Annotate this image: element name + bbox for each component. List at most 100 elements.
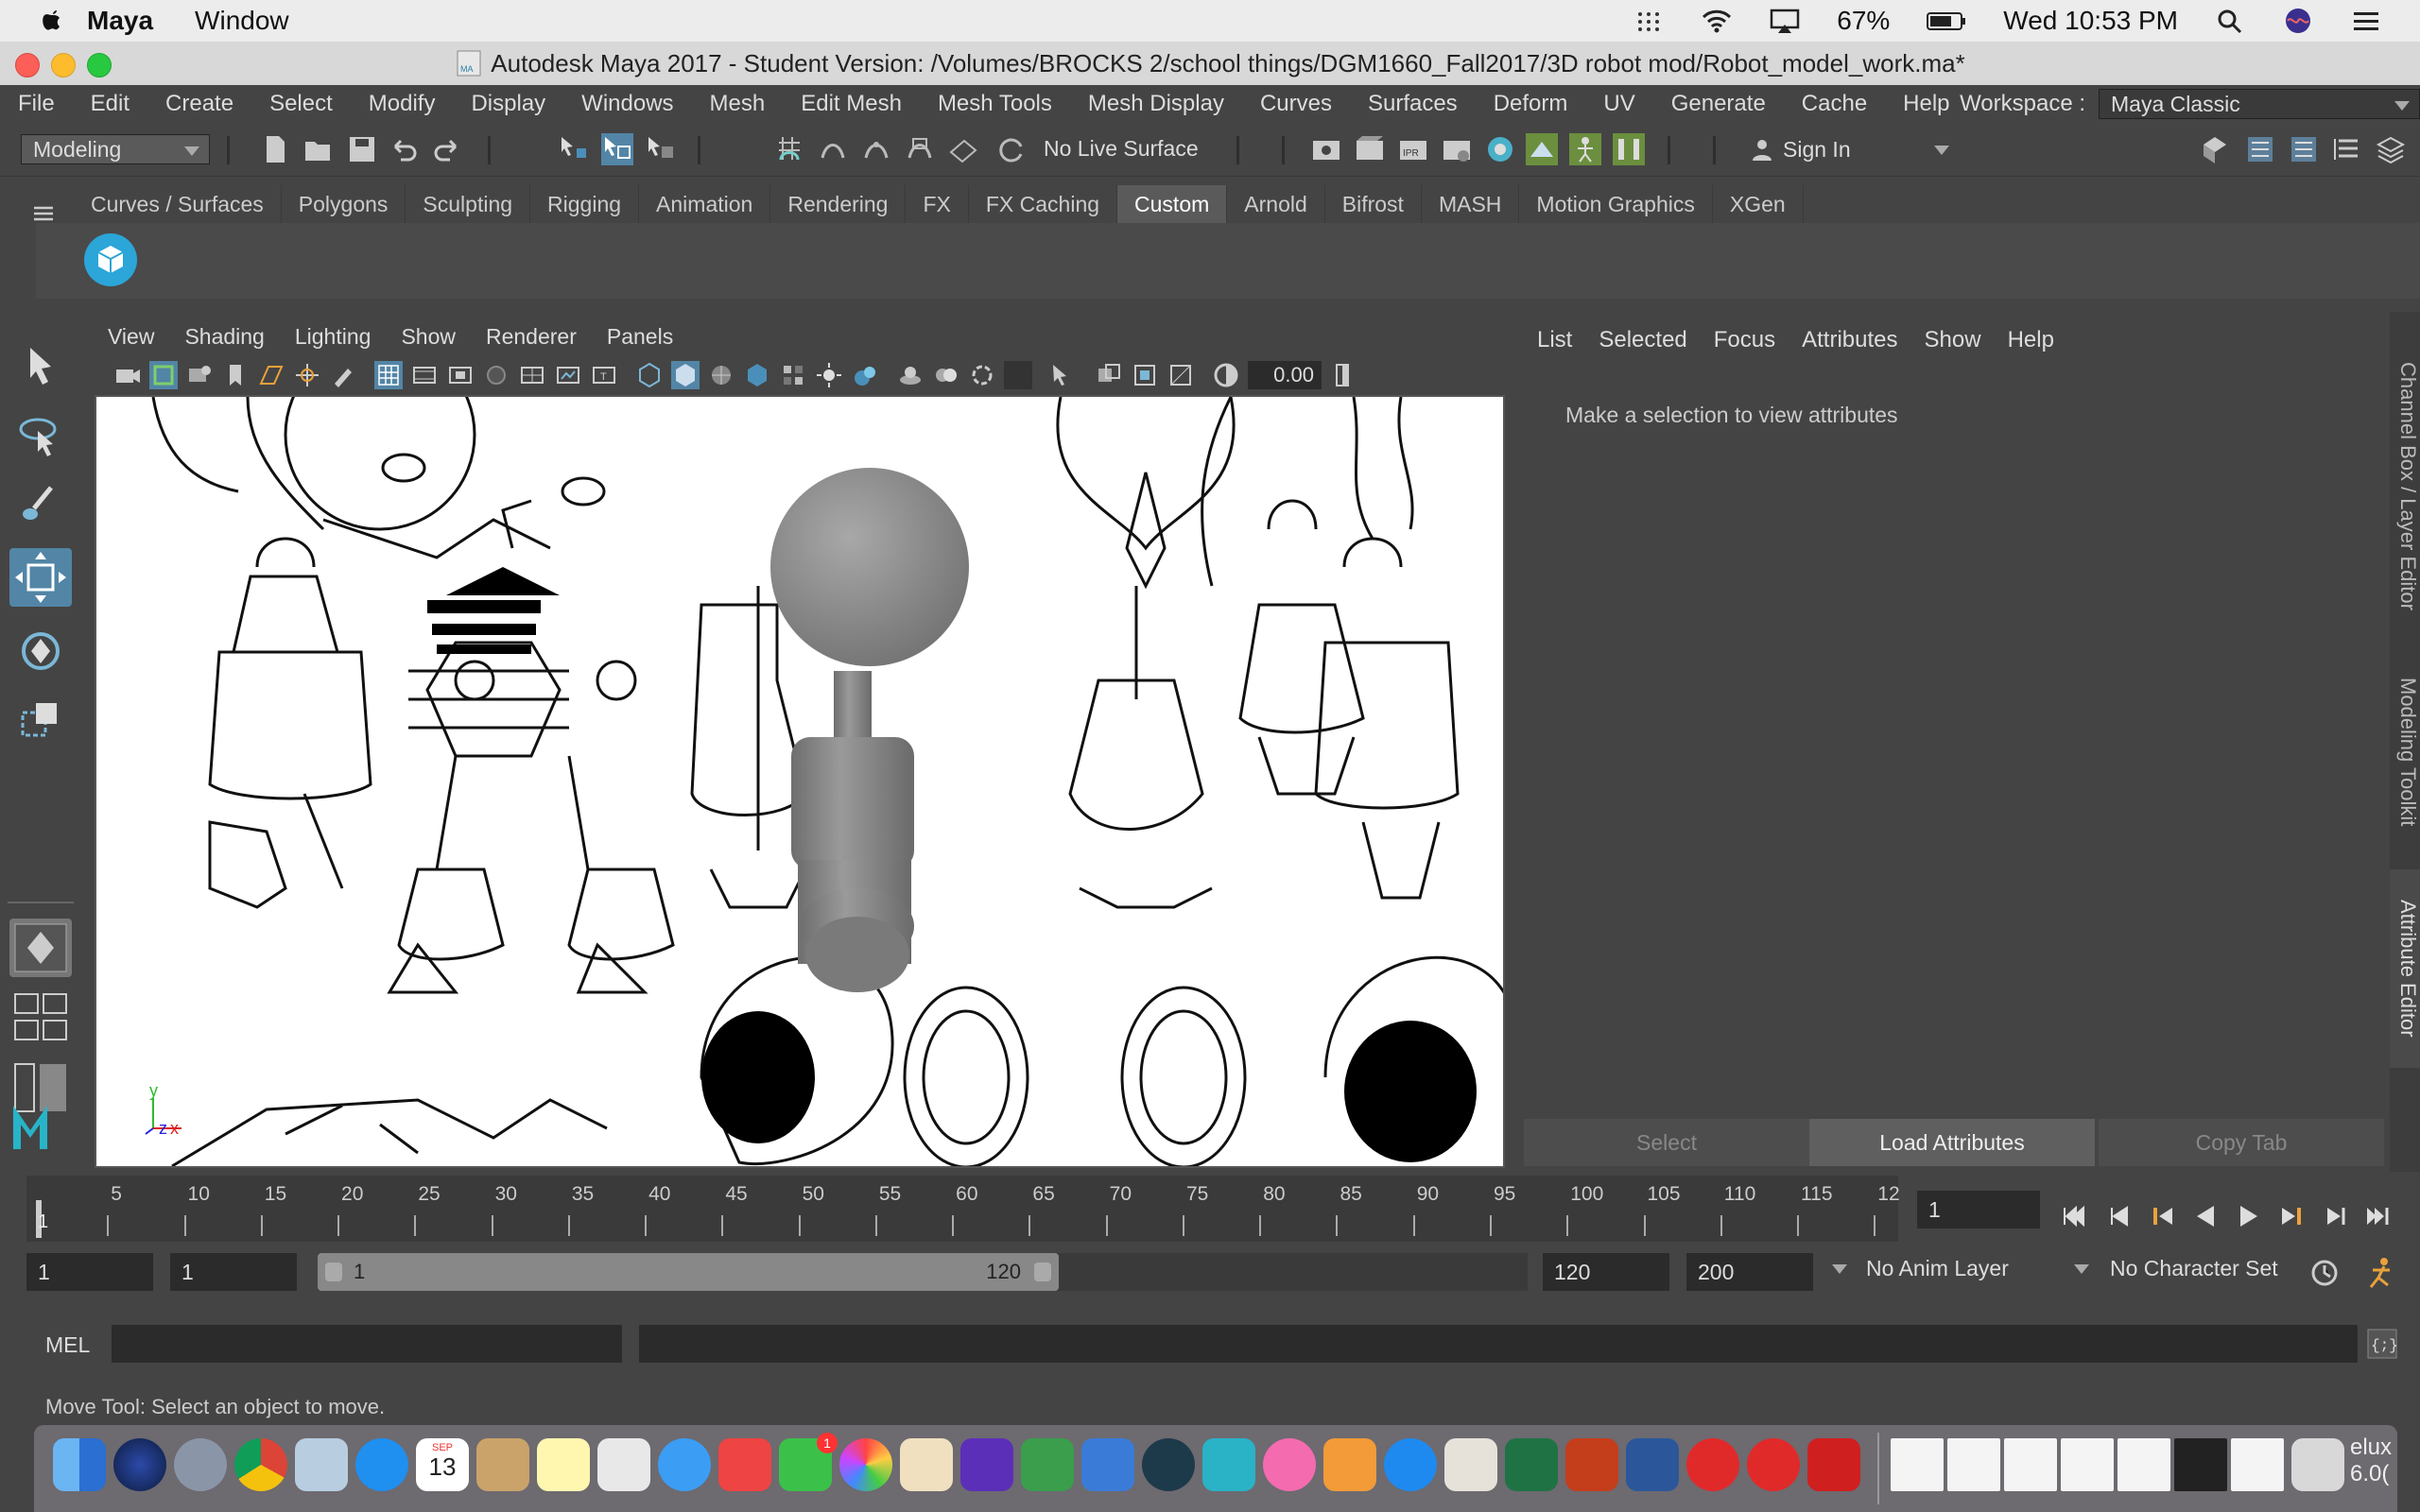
rotate-tool-icon[interactable] <box>9 622 72 680</box>
menu-mesh-display[interactable]: Mesh Display <box>1070 91 1242 117</box>
xray-joints-icon[interactable] <box>1095 361 1123 389</box>
shelf-tab-mash[interactable]: MASH <box>1422 185 1520 223</box>
safe-title-icon[interactable]: T <box>590 361 618 389</box>
modeling-toolkit-icon[interactable] <box>1526 133 1558 165</box>
shadows-icon[interactable] <box>815 361 843 389</box>
play-forwards-icon[interactable] <box>2235 1202 2263 1230</box>
apple-icon[interactable] <box>38 7 66 35</box>
shelf-tab-fx-caching[interactable]: FX Caching <box>969 185 1118 223</box>
snap-to-curve-icon[interactable] <box>817 133 849 165</box>
acrobat-icon[interactable] <box>1807 1438 1860 1491</box>
xray-active-components-icon[interactable] <box>1131 361 1159 389</box>
notification-center-icon[interactable] <box>2350 7 2382 35</box>
playback-start-field[interactable]: 1 <box>170 1253 297 1291</box>
paint-selection-tool-icon[interactable] <box>9 478 72 537</box>
make-live-icon[interactable] <box>994 133 1027 165</box>
menu-set-dropdown[interactable]: Modeling <box>21 134 210 164</box>
step-forward-frame-icon[interactable] <box>2322 1202 2350 1230</box>
powerpoint-icon[interactable] <box>1565 1438 1618 1491</box>
siri-icon[interactable] <box>2282 7 2314 35</box>
command-language-toggle[interactable]: MEL <box>45 1332 90 1358</box>
shelf-tab-motion-graphics[interactable]: Motion Graphics <box>1519 185 1713 223</box>
contacts-icon[interactable] <box>476 1438 529 1491</box>
animation-preferences-icon[interactable] <box>2363 1255 2399 1291</box>
bookmarks-icon[interactable] <box>185 361 214 389</box>
render-current-frame-icon[interactable] <box>1354 133 1386 165</box>
workspace-dropdown[interactable]: Maya Classic <box>2099 89 2420 119</box>
trash-icon[interactable] <box>2291 1438 2344 1491</box>
menu-select[interactable]: Select <box>251 91 351 117</box>
select-by-component-icon[interactable] <box>645 133 677 165</box>
messages-icon[interactable] <box>658 1438 711 1491</box>
shelf-tab-xgen[interactable]: XGen <box>1713 185 1804 223</box>
ibooks-icon[interactable] <box>1323 1438 1376 1491</box>
select-by-object-icon[interactable] <box>601 133 633 165</box>
image-plane-icon[interactable] <box>257 361 285 389</box>
save-scene-icon[interactable] <box>346 133 378 165</box>
animation-end-field[interactable]: 200 <box>1686 1253 1813 1291</box>
ae-menu-selected[interactable]: Selected <box>1585 321 1700 359</box>
menu-mesh-tools[interactable]: Mesh Tools <box>920 91 1070 117</box>
xray-icon[interactable] <box>1049 361 1078 389</box>
side-tab-modeling-toolkit[interactable]: Modeling Toolkit <box>2390 648 2420 856</box>
toggle-modeling-toolkit-icon[interactable] <box>2199 133 2231 165</box>
ae-load-attributes-button[interactable]: Load Attributes <box>1809 1119 2095 1166</box>
exposure-icon[interactable] <box>1212 361 1240 389</box>
shelf-tab-rigging[interactable]: Rigging <box>530 185 640 223</box>
toggle-attribute-editor-icon[interactable] <box>2244 133 2276 165</box>
open-scene-icon[interactable] <box>302 133 335 165</box>
range-start-grip[interactable] <box>325 1263 342 1281</box>
photos-icon[interactable] <box>839 1438 892 1491</box>
spotlight-search-icon[interactable] <box>2214 7 2246 35</box>
menu-surfaces[interactable]: Surfaces <box>1350 91 1476 117</box>
menu-edit[interactable]: Edit <box>73 91 147 117</box>
menu-file[interactable]: File <box>0 91 73 117</box>
toggle-tool-settings-icon[interactable] <box>2288 133 2320 165</box>
mac-menu-window[interactable]: Window <box>195 6 289 36</box>
animation-start-field[interactable]: 1 <box>26 1253 153 1291</box>
launchpad-icon[interactable] <box>174 1438 227 1491</box>
redo-icon[interactable] <box>431 133 463 165</box>
menu-modify[interactable]: Modify <box>351 91 454 117</box>
backface-culling-icon[interactable] <box>1167 361 1195 389</box>
doc-thumbnail[interactable] <box>2174 1438 2227 1491</box>
toggle-layer-editor-icon[interactable] <box>2375 133 2407 165</box>
move-tool-icon[interactable] <box>9 548 72 607</box>
two-d-pan-zoom-icon[interactable] <box>293 361 321 389</box>
multisample-aa-icon[interactable] <box>932 361 960 389</box>
doc-thumbnail[interactable] <box>1891 1438 1944 1491</box>
panel-menu-view[interactable]: View <box>93 319 169 353</box>
finder-icon[interactable] <box>53 1438 106 1491</box>
reminders-icon[interactable] <box>597 1438 650 1491</box>
word-icon[interactable] <box>1626 1438 1679 1491</box>
snap-to-view-plane-icon[interactable] <box>904 133 936 165</box>
single-perspective-view-layout-icon[interactable] <box>9 919 72 977</box>
film-gate-icon[interactable] <box>410 361 439 389</box>
shelf-tab-custom[interactable]: Custom <box>1117 185 1228 223</box>
shelf-tab-bifrost[interactable]: Bifrost <box>1325 185 1422 223</box>
playback-end-field[interactable]: 120 <box>1543 1253 1669 1291</box>
menu-deform[interactable]: Deform <box>1476 91 1586 117</box>
side-tab-attribute-editor[interactable]: Attribute Editor <box>2390 869 2420 1068</box>
menu-uv[interactable]: UV <box>1585 91 1652 117</box>
panel-menu-show[interactable]: Show <box>386 319 471 353</box>
custom-shelf-cube-icon[interactable] <box>83 232 138 287</box>
go-to-start-icon[interactable] <box>2059 1202 2087 1230</box>
sign-in-dropdown[interactable]: Sign In <box>1739 134 1959 164</box>
new-scene-icon[interactable] <box>259 133 291 165</box>
anim-layer-dropdown[interactable]: No Anim Layer <box>1823 1253 2049 1283</box>
isolate-select-icon[interactable] <box>1004 361 1032 389</box>
menu-create[interactable]: Create <box>147 91 251 117</box>
panel-menu-panels[interactable]: Panels <box>592 319 688 353</box>
menu-curves[interactable]: Curves <box>1242 91 1350 117</box>
snap-to-surface-icon[interactable] <box>947 133 979 165</box>
shelf-tab-animation[interactable]: Animation <box>639 185 771 223</box>
toggle-channel-box-icon[interactable] <box>2331 133 2363 165</box>
ae-menu-show[interactable]: Show <box>1911 321 1995 359</box>
hypershade-icon[interactable] <box>1484 133 1516 165</box>
lasso-tool-icon[interactable] <box>9 408 72 467</box>
ae-menu-attributes[interactable]: Attributes <box>1789 321 1910 359</box>
doc-thumbnail[interactable] <box>2231 1438 2284 1491</box>
itunes-icon[interactable] <box>1263 1438 1316 1491</box>
maya-dock-icon[interactable] <box>1202 1438 1255 1491</box>
